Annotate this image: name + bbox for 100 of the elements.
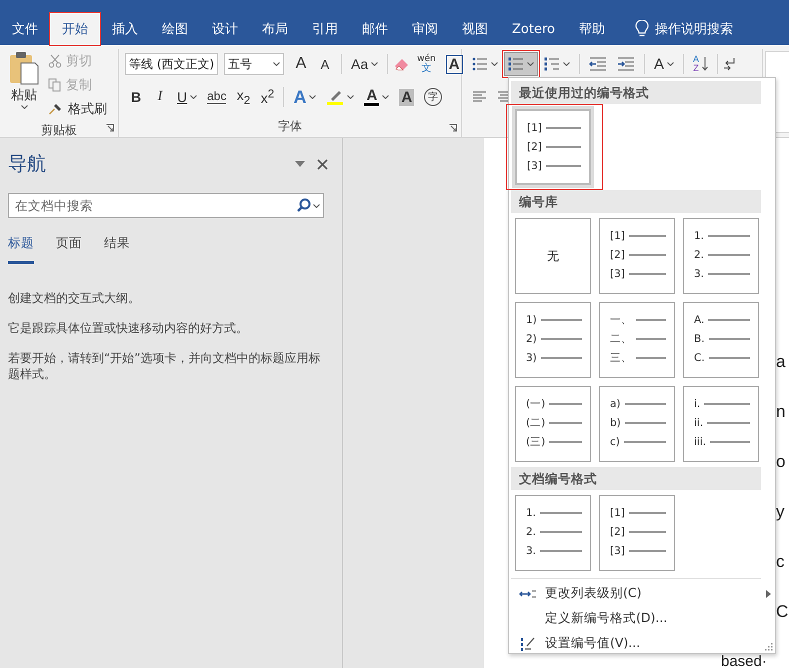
caret-icon: [563, 62, 570, 66]
numbering-option[interactable]: [1] [2] [3]: [599, 218, 675, 294]
ribbon-tab[interactable]: Zotero: [500, 13, 567, 45]
caret-icon: [313, 204, 320, 208]
caret-icon: [667, 62, 674, 66]
numbered-pen-icon: [520, 636, 536, 652]
submenu-arrow-icon: [766, 590, 771, 598]
clipboard-command[interactable]: 格式刷: [46, 97, 109, 121]
format-button[interactable]: x$^{2}$: [256, 85, 278, 109]
section-heading: 文档编号格式: [511, 467, 761, 490]
numbering-option[interactable]: i. ii. iii.: [683, 386, 759, 462]
change-case-button[interactable]: Aa: [347, 52, 382, 76]
lightbulb-icon: [634, 20, 649, 38]
numbering-option[interactable]: 一、 二、 三、: [599, 302, 675, 378]
caret-icon: [527, 62, 534, 66]
font-color-button[interactable]: A: [360, 85, 394, 109]
help-text: 若要开始，请转到“开始”选项卡，并向文档中的标题应用标题样式。: [8, 350, 322, 382]
caret-icon: [491, 62, 498, 66]
ribbon-tab[interactable]: 帮助: [566, 13, 617, 45]
menu-item[interactable]: 更改列表级别(C): [511, 581, 771, 606]
numbering-option[interactable]: A. B. C.: [683, 302, 759, 378]
ribbon-tab[interactable]: 绘图: [150, 13, 200, 45]
left-right-arrow-icon: [519, 588, 537, 598]
caret-icon: [347, 95, 354, 99]
ribbon-tab[interactable]: 布局: [250, 13, 300, 45]
phonetic-guide-button[interactable]: wén 文: [413, 52, 440, 76]
numbering-option[interactable]: 1. 2. 3.: [683, 218, 759, 294]
asian-layout-button[interactable]: A: [650, 52, 678, 76]
numbering-option[interactable]: [1] [2] [3]: [515, 109, 591, 185]
align-left-icon: [472, 91, 487, 103]
document-text: c: [776, 551, 784, 573]
format-button[interactable]: U: [173, 85, 202, 109]
caret-icon: [190, 95, 198, 99]
numbering-option[interactable]: a) b) c): [599, 386, 675, 462]
dialog-launcher-icon[interactable]: [106, 124, 114, 132]
ribbon-tab[interactable]: 插入: [100, 13, 150, 45]
document-text: based·: [721, 656, 767, 668]
pane-tab[interactable]: 结果: [104, 235, 130, 264]
dialog-launcher-icon[interactable]: [449, 124, 457, 132]
character-shading-button[interactable]: A: [395, 85, 418, 109]
return-arrow-icon[interactable]: [723, 57, 738, 71]
format-button[interactable]: I: [149, 85, 171, 109]
ribbon-tab[interactable]: 视图: [450, 13, 500, 45]
caret-icon: [273, 62, 280, 66]
group-label: 字体: [277, 118, 303, 135]
pane-tab[interactable]: 页面: [56, 235, 82, 264]
clipboard-icon: [9, 51, 39, 85]
down-arrow-icon: [702, 57, 708, 71]
document-text: a: [776, 351, 786, 373]
sort-button[interactable]: A Z: [689, 52, 712, 76]
ribbon-tab[interactable]: 设计: [200, 13, 250, 45]
document-text: o: [776, 451, 786, 473]
help-text: 它是跟踪具体位置或快速移动内容的好方式。: [8, 320, 249, 336]
paintbrush-icon: [48, 102, 64, 116]
section-heading: 编号库: [511, 190, 761, 213]
ribbon-tab[interactable]: 邮件: [350, 13, 400, 45]
grow-font-button[interactable]: A: [290, 52, 312, 76]
format-button[interactable]: x$_{2}$: [232, 85, 254, 109]
numbered-list-icon: [508, 56, 524, 72]
search-icon[interactable]: [296, 198, 311, 213]
ribbon-tab[interactable]: 开始: [50, 13, 100, 45]
bullet-list-icon: [472, 56, 488, 72]
ribbon-tab[interactable]: 文件: [0, 13, 50, 45]
multilevel-list-icon: [544, 56, 560, 72]
resize-grip-icon[interactable]: [765, 643, 773, 651]
caret-icon: [20, 105, 28, 109]
triangle-down-icon: [295, 161, 305, 167]
paste-button[interactable]: 粘贴: [6, 49, 42, 121]
caret-icon: [309, 95, 316, 99]
document-text: y: [776, 501, 784, 523]
document-text: n: [776, 401, 786, 423]
ribbon-tab[interactable]: 审阅: [400, 13, 450, 45]
numbering-option[interactable]: 无: [515, 218, 591, 294]
format-button[interactable]: abc: [203, 85, 230, 109]
decrease-indent-icon: [589, 57, 607, 71]
numbering-option[interactable]: 1. 2. 3.: [515, 495, 591, 571]
tell-me-search[interactable]: 操作说明搜索: [624, 13, 743, 45]
copy-icon: [48, 78, 62, 92]
font-name-dropdown[interactable]: 等线 (西文正文): [125, 53, 218, 75]
shrink-font-button[interactable]: A: [314, 52, 336, 76]
menu-item[interactable]: 定义新编号格式(D)...: [511, 606, 771, 631]
numbering-option[interactable]: 1) 2) 3): [515, 302, 591, 378]
pane-title: 导航: [8, 152, 47, 177]
pane-tab[interactable]: 标题: [8, 235, 34, 264]
format-button[interactable]: B: [125, 85, 147, 109]
text-effects-button[interactable]: A: [289, 85, 320, 109]
document-text: C: [776, 601, 788, 623]
menu-item[interactable]: 设置编号值(V)...: [511, 631, 771, 656]
caret-icon: [371, 62, 378, 66]
font-size-dropdown[interactable]: 五号: [224, 53, 284, 75]
group-label: 剪贴板: [40, 122, 78, 139]
search-field[interactable]: 在文档中搜索: [8, 193, 324, 218]
ribbon-tab[interactable]: 引用: [300, 13, 350, 45]
numbering-option[interactable]: (一) (二) (三): [515, 386, 591, 462]
scissors-icon: [48, 54, 62, 68]
numbering-option[interactable]: [1] [2] [3]: [599, 495, 675, 571]
increase-indent-icon: [617, 57, 635, 71]
help-text: 创建文档的交互式大纲。: [8, 290, 141, 306]
caret-icon: [382, 95, 390, 99]
highlighter-icon: [326, 88, 344, 106]
